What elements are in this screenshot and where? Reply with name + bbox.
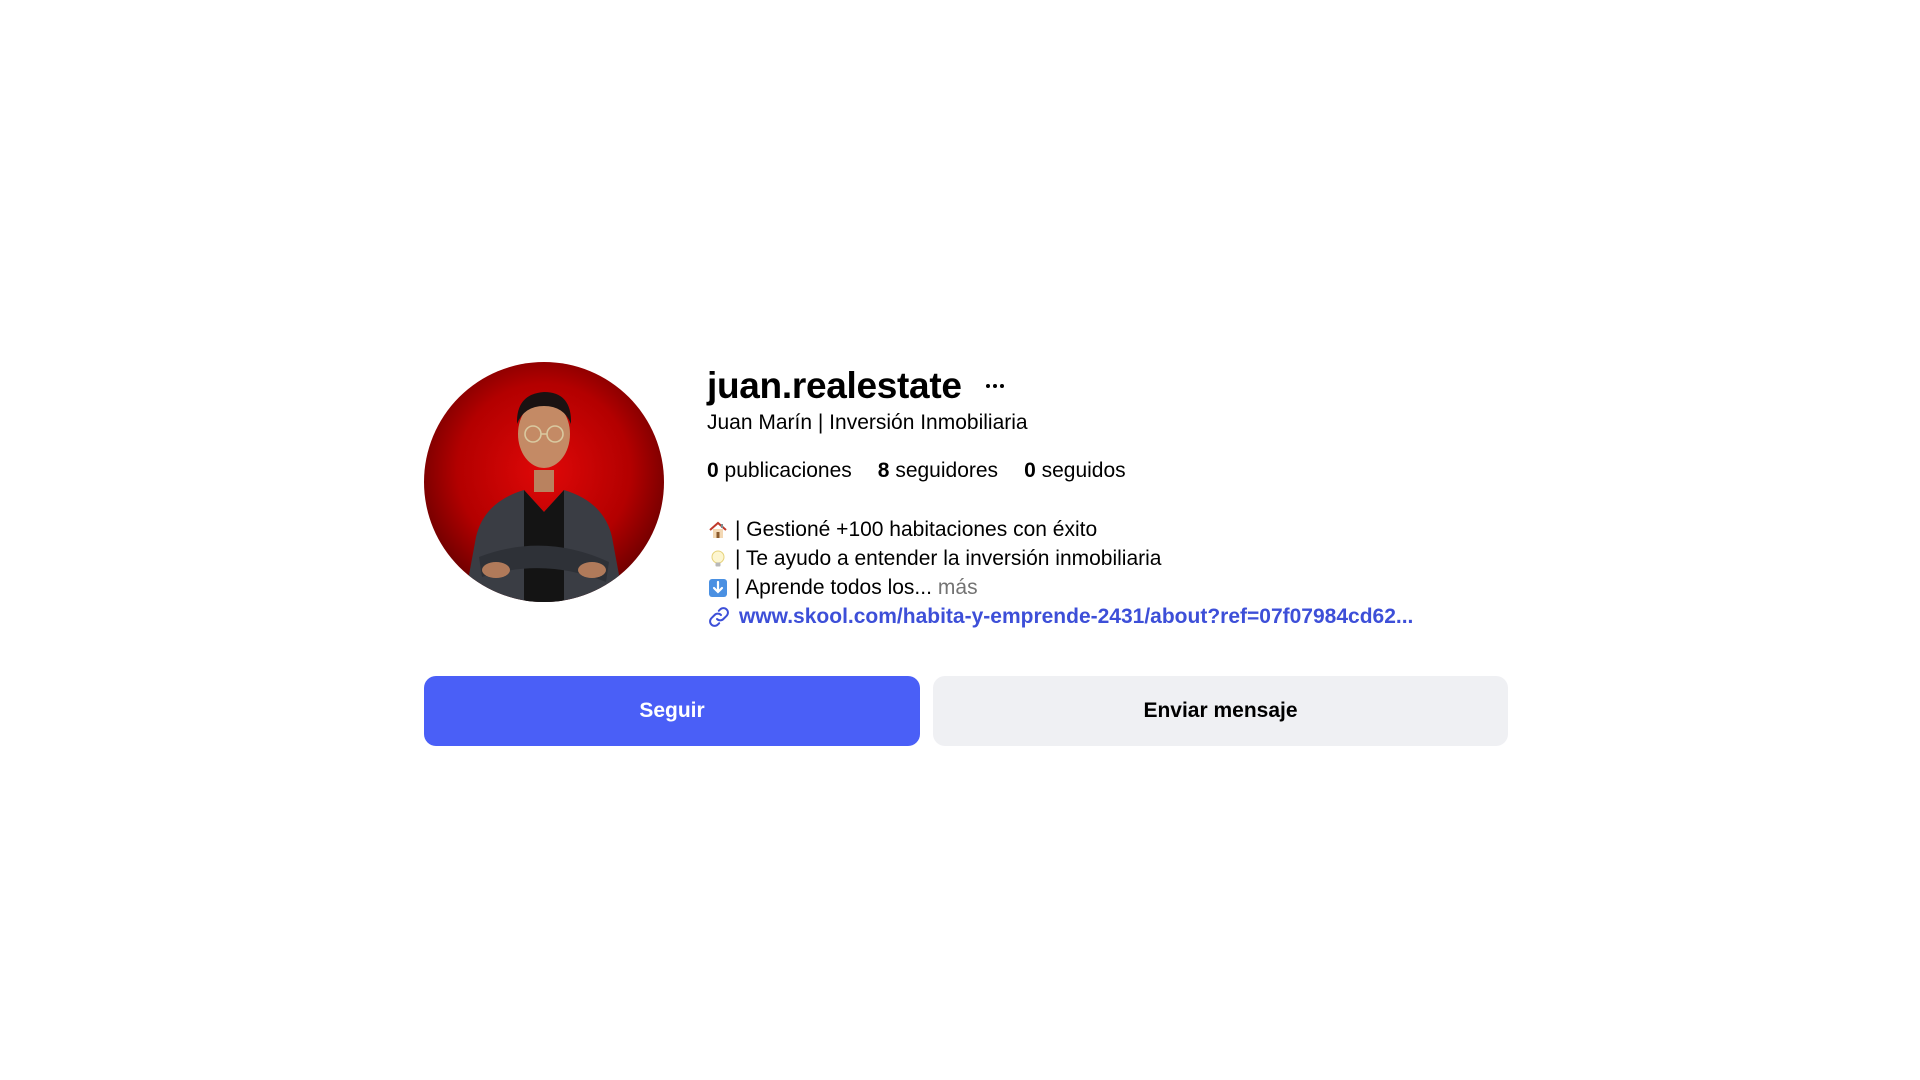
full-name: Juan Marín | Inversión Inmobiliaria bbox=[707, 411, 1028, 434]
bio-line: | Gestioné +100 habitaciones con éxito bbox=[707, 515, 1162, 544]
action-buttons: Seguir Enviar mensaje bbox=[424, 676, 1508, 746]
bio-text-1: | Gestioné +100 habitaciones con éxito bbox=[735, 518, 1098, 541]
follow-button[interactable]: Seguir bbox=[424, 676, 920, 746]
username: juan.realestate bbox=[707, 365, 962, 406]
posts-label: publicaciones bbox=[724, 459, 852, 482]
down-arrow-icon bbox=[707, 577, 729, 599]
posts-count: 0 bbox=[707, 459, 719, 482]
more-options-button[interactable] bbox=[980, 371, 1010, 401]
following-label: seguidos bbox=[1041, 459, 1126, 482]
ellipsis-icon bbox=[985, 384, 1004, 388]
name-row: juan.realestate bbox=[707, 362, 1010, 410]
followers-count: 8 bbox=[877, 459, 890, 482]
profile-stats: 0 publicaciones 8 seguidores 0 seguidos bbox=[707, 456, 1152, 486]
bio-line: | Te ayudo a entender la inversión inmob… bbox=[707, 544, 1162, 573]
lightbulb-icon bbox=[707, 548, 729, 570]
followers-stat[interactable]: 8 seguidores bbox=[878, 456, 998, 486]
avatar[interactable] bbox=[424, 362, 664, 602]
bio-line: | Aprende todos los... más bbox=[707, 573, 1162, 602]
bio-more-link[interactable]: más bbox=[938, 573, 978, 602]
following-stat[interactable]: 0 seguidos bbox=[1024, 456, 1126, 486]
bio: | Gestioné +100 habitaciones con éxito |… bbox=[707, 515, 1162, 602]
house-icon bbox=[707, 519, 729, 541]
bio-text-2: | Te ayudo a entender la inversión inmob… bbox=[735, 547, 1162, 570]
bio-text-3: | Aprende todos los... bbox=[735, 576, 932, 599]
following-count: 0 bbox=[1024, 459, 1036, 482]
profile-link-text: www.skool.com/habita-y-emprende-2431/abo… bbox=[739, 605, 1414, 628]
link-icon bbox=[709, 607, 729, 627]
posts-stat[interactable]: 0 publicaciones bbox=[707, 456, 852, 486]
send-message-button[interactable]: Enviar mensaje bbox=[933, 676, 1508, 746]
profile-link[interactable]: www.skool.com/habita-y-emprende-2431/abo… bbox=[707, 605, 1413, 629]
followers-label: seguidores bbox=[895, 459, 999, 482]
